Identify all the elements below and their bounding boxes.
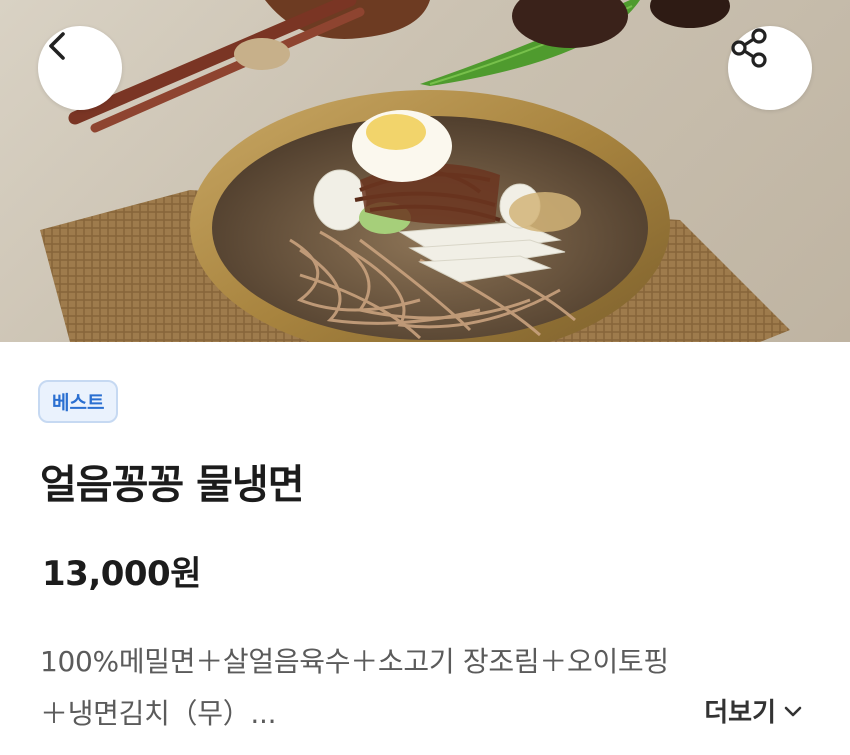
product-price: 13,000원 xyxy=(42,554,201,594)
description-line-2: ＋냉면김치（무）... xyxy=(40,697,277,730)
more-label: 더보기 xyxy=(704,698,776,728)
chevron-left-icon xyxy=(49,32,65,60)
product-description: 100%메밀면＋살얼음육수＋소고기 장조림＋오이토핑 ＋냉면김치（무）... xyxy=(40,636,820,740)
product-title: 얼음꽁꽁 물냉면 xyxy=(40,462,305,508)
share-button[interactable] xyxy=(728,26,812,110)
more-button[interactable]: 더보기 xyxy=(704,692,804,729)
product-photo xyxy=(0,0,850,342)
noodle-bowl-illustration xyxy=(40,0,790,342)
description-line-1: 100%메밀면＋살얼음육수＋소고기 장조림＋오이토핑 xyxy=(40,645,669,678)
back-button[interactable] xyxy=(38,26,122,110)
best-badge: 베스트 xyxy=(38,380,119,423)
share-icon xyxy=(731,28,767,68)
chevron-down-icon xyxy=(784,706,802,716)
